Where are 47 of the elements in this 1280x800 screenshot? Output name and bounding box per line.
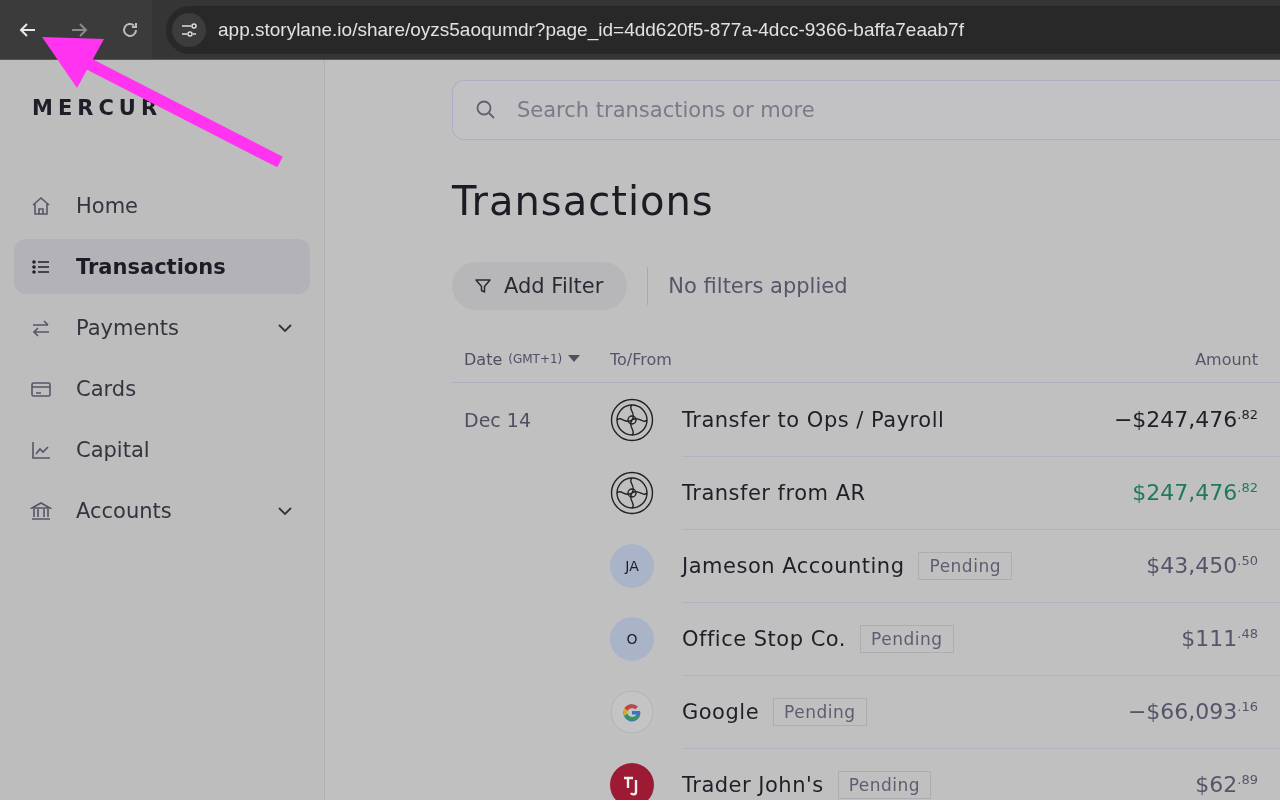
search-field[interactable]: Search transactions or more xyxy=(452,80,1280,140)
initials-avatar: JA xyxy=(610,543,654,588)
search-icon xyxy=(475,99,497,121)
status-badge: Pending xyxy=(837,771,932,799)
sidebar-item[interactable]: Accounts xyxy=(14,483,310,538)
sidebar-item[interactable]: Home xyxy=(14,178,310,233)
logo: MERCUR xyxy=(31,96,163,120)
amount-cell-text: $62$^{.89}$ xyxy=(1195,772,1259,798)
sort-down-icon[interactable] xyxy=(568,355,581,363)
emblem-logo-icon xyxy=(610,470,654,515)
column-header[interactable]: Date xyxy=(464,349,503,369)
sidebar-item[interactable]: Transactions xyxy=(14,239,310,294)
payee-name[interactable]: Jameson Accounting xyxy=(682,554,905,578)
timezone-note: (GMT+1) xyxy=(508,352,563,366)
page-title: Transactions xyxy=(452,178,715,224)
emblem-logo-icon xyxy=(610,397,654,442)
payee-name[interactable]: Google xyxy=(682,700,760,724)
amount-cell-text: $247,476$^{.82}$ xyxy=(1132,480,1259,506)
payee-name[interactable]: Transfer to Ops / Payroll xyxy=(682,407,945,432)
payee-name[interactable]: Trader John's xyxy=(682,773,824,797)
address-bar[interactable]: app.storylane.io/share/oyzs5aoqumdr?page_id=4dd620f5-877a-4dcc-9366-baffa7eaab7f xyxy=(166,5,1280,54)
google-g-icon xyxy=(610,689,654,734)
url-text: app.storylane.io/share/oyzs5aoqumdr?page_id=4dd620f5-877a-4dcc-9366-baffa7eaab7f xyxy=(218,18,964,41)
payee-name[interactable]: Office Stop Co. xyxy=(682,627,847,651)
status-badge: Pending xyxy=(860,625,954,653)
date-cell: Dec 14 xyxy=(464,409,531,431)
amount-cell-text: −$66,093$^{.16}$ xyxy=(1127,699,1259,725)
monogram-avatar-icon xyxy=(610,762,654,800)
add-filter-button[interactable]: Add Filter xyxy=(452,262,628,310)
status-badge: Pending xyxy=(773,698,867,726)
site-settings-icon[interactable] xyxy=(172,12,206,47)
filter-icon xyxy=(474,277,492,295)
sidebar-item[interactable]: Payments xyxy=(14,300,310,355)
column-header[interactable]: To/From xyxy=(610,349,1196,369)
sidebar-item[interactable]: Capital xyxy=(14,422,310,477)
amount-cell-text: $43,450$^{.50}$ xyxy=(1146,553,1259,579)
initials-avatar: O xyxy=(610,616,654,661)
amount-cell-text: $111$^{.48}$ xyxy=(1181,626,1259,652)
bank-icon xyxy=(30,499,52,522)
amount-cell-text: −$247,476$^{.82}$ xyxy=(1113,406,1259,433)
payee-name[interactable]: Transfer from AR xyxy=(682,481,866,505)
sidebar-item[interactable]: Cards xyxy=(14,361,310,416)
column-header[interactable]: Amount xyxy=(1195,349,1280,369)
search-input[interactable]: Search transactions or more xyxy=(515,97,1280,123)
home-icon xyxy=(30,194,52,217)
filter-status: No filters applied xyxy=(647,267,848,305)
status-badge: Pending xyxy=(918,552,1012,580)
